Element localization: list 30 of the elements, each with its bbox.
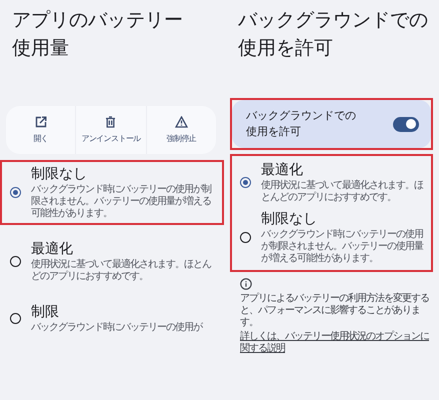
option-title: 制限 bbox=[31, 303, 60, 322]
toggle-label: バックグラウンドでの使用を許可 bbox=[246, 108, 357, 140]
option-row[interactable]: 制限 バックグラウンド時にバッテリーの使用が bbox=[0, 298, 224, 339]
radio-button[interactable] bbox=[240, 177, 251, 188]
option-description: バックグラウンド時にバッテリーの使用が bbox=[31, 322, 202, 334]
option-title: 最適化 bbox=[261, 161, 304, 180]
screen-title: バックグラウンドでの使用を許可 bbox=[238, 8, 429, 61]
radio-button[interactable] bbox=[10, 313, 21, 324]
warning-icon bbox=[174, 116, 188, 128]
option-description: 使用状況に基づいて最適化されます。ほとんどのアプリにおすすめです。 bbox=[31, 259, 212, 283]
action-button[interactable]: 開く bbox=[6, 106, 76, 154]
screen-title: アプリのバッテリー使用量 bbox=[12, 8, 184, 61]
action-button[interactable]: アンインストール bbox=[75, 106, 146, 154]
option-description: バックグラウンド時にバッテリーの使用が制限されません。バッテリーの使用量が増える可能性があります。 bbox=[261, 229, 424, 265]
open-external-icon bbox=[34, 116, 47, 128]
radio-button[interactable] bbox=[10, 256, 21, 267]
radio-button[interactable] bbox=[10, 187, 21, 198]
option-title: 制限なし bbox=[261, 210, 318, 229]
info-text: アプリによるバッテリーの利用方法を変更すると、パフォーマンスに影響することがあります。 bbox=[240, 293, 430, 329]
info-icon bbox=[240, 278, 252, 290]
trash-icon bbox=[105, 116, 116, 128]
toggle-switch[interactable] bbox=[393, 116, 419, 132]
option-title: 制限なし bbox=[31, 165, 88, 184]
option-title: 最適化 bbox=[31, 240, 74, 258]
radio-button[interactable] bbox=[240, 232, 251, 243]
option-description: 使用状況に基づいて最適化されます。ほとんどのアプリにおすすめです。 bbox=[261, 180, 424, 204]
action-button[interactable]: 強制停止 bbox=[146, 106, 216, 154]
option-row[interactable]: 最適化 使用状況に基づいて最適化されます。ほとんどのアプリにおすすめです。 bbox=[0, 235, 224, 288]
option-description: バックグラウンド時にバッテリーの使用が制限されません。バッテリーの使用量が増える可能性があります。 bbox=[31, 184, 212, 220]
learn-more-link[interactable]: 詳しくは、バッテリー使用状況のオプションに関する説明 bbox=[240, 331, 435, 355]
